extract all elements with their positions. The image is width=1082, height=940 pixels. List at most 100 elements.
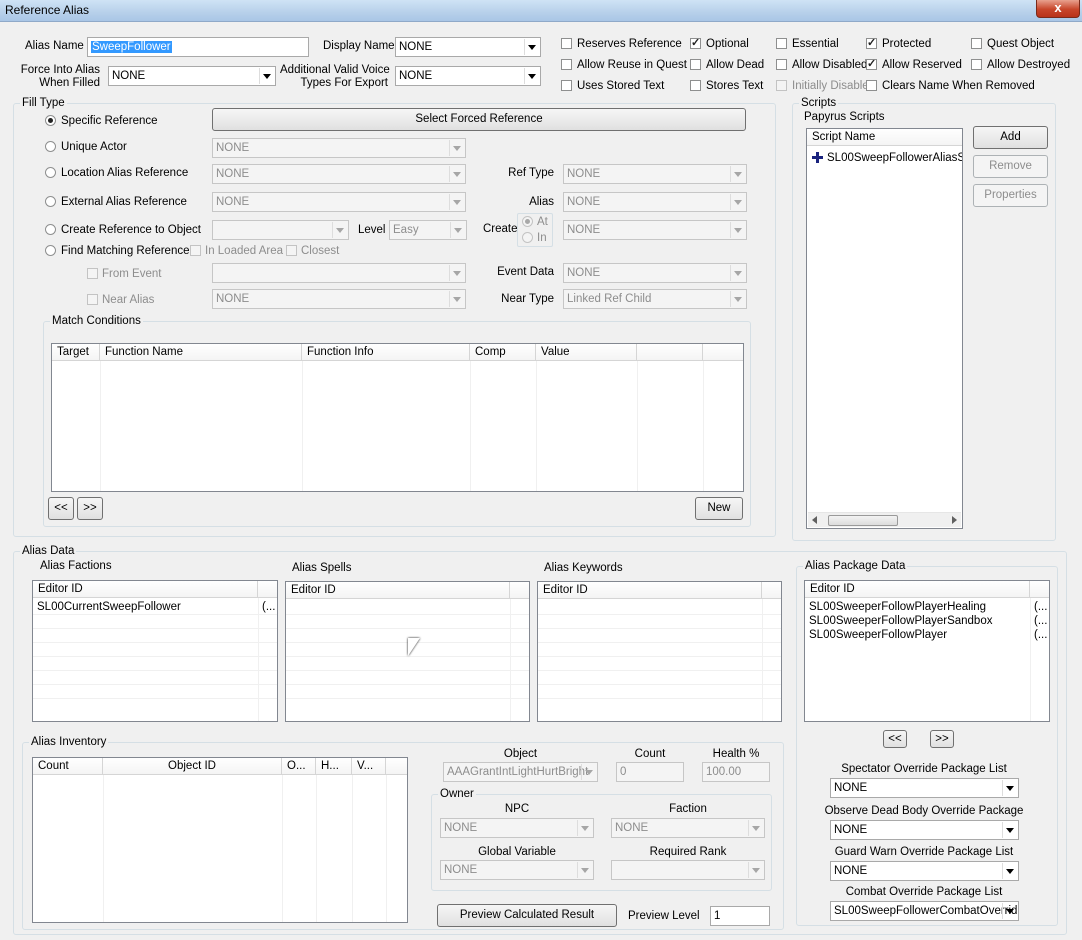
flag-checkbox[interactable] <box>776 38 787 49</box>
force-into-alias-select[interactable]: NONE <box>108 66 276 86</box>
external-alias-select[interactable]: NONE <box>212 192 466 212</box>
fill-type-radio[interactable] <box>45 115 56 126</box>
alias-select[interactable]: NONE <box>563 192 747 212</box>
flag-checkbox[interactable] <box>776 80 787 91</box>
fill-type-radio[interactable] <box>45 196 56 207</box>
col-object-id[interactable]: Object ID <box>103 758 282 775</box>
col-extra-2[interactable] <box>703 344 743 361</box>
package-row[interactable]: SL00SweeperFollowPlayerSandbox <box>809 614 992 628</box>
global-variable-select[interactable]: NONE <box>440 860 594 880</box>
from-event-checkbox[interactable] <box>87 268 98 279</box>
alias-package-list[interactable]: Editor ID SL00SweeperFollowPlayerHealing… <box>804 580 1050 722</box>
near-alias-checkbox[interactable] <box>87 294 98 305</box>
preview-calculated-result-button[interactable]: Preview Calculated Result <box>437 904 617 927</box>
create-object-select[interactable] <box>212 220 349 240</box>
flag-checkbox[interactable] <box>561 59 572 70</box>
close-icon[interactable]: x <box>1036 0 1080 18</box>
fill-type-radio[interactable] <box>45 141 56 152</box>
col-extra-1[interactable] <box>637 344 703 361</box>
create-target-select[interactable]: NONE <box>563 220 747 240</box>
flag-checkbox[interactable] <box>866 80 877 91</box>
col-o[interactable]: O... <box>282 758 316 775</box>
flag-checkbox[interactable] <box>561 80 572 91</box>
near-type-select[interactable]: Linked Ref Child <box>563 289 747 309</box>
script-item[interactable]: SL00SweepFollowerAliasScript <box>827 151 962 165</box>
alias-factions-list[interactable]: Editor ID SL00CurrentSweepFollower (... <box>32 580 278 722</box>
level-select[interactable]: Easy <box>389 220 467 240</box>
preview-level-input[interactable]: 1 <box>710 906 770 926</box>
match-next-button[interactable]: >> <box>77 497 103 520</box>
col-value[interactable]: Value <box>536 344 637 361</box>
alias-name-input[interactable]: SweepFollower <box>87 37 309 57</box>
remove-script-button[interactable]: Remove <box>973 155 1048 178</box>
col-h[interactable]: H... <box>316 758 352 775</box>
flag-checkbox[interactable] <box>971 59 982 70</box>
flag-checkbox[interactable] <box>866 36 877 49</box>
flag-checkbox[interactable] <box>690 36 701 49</box>
flag-checkbox[interactable] <box>561 38 572 49</box>
fill-type-radio[interactable] <box>45 167 56 178</box>
col-editor-id[interactable]: Editor ID <box>33 581 258 598</box>
create-at-radio[interactable] <box>522 216 533 227</box>
location-alias-select[interactable]: NONE <box>212 164 466 184</box>
voice-types-select[interactable]: NONE <box>395 66 541 86</box>
col-editor-id[interactable]: Editor ID <box>538 582 762 599</box>
select-forced-reference-button[interactable]: Select Forced Reference <box>212 108 746 131</box>
flag-checkbox[interactable] <box>776 59 787 70</box>
fill-type-radio[interactable] <box>45 224 56 235</box>
count-input[interactable]: 0 <box>616 762 684 782</box>
col-extra[interactable] <box>510 582 529 599</box>
col-script-name[interactable]: Script Name <box>807 129 962 146</box>
unique-actor-select[interactable]: NONE <box>212 138 466 158</box>
col-extra[interactable] <box>762 582 781 599</box>
flag-checkbox[interactable] <box>690 59 701 70</box>
add-script-button[interactable]: Add <box>973 126 1048 149</box>
scroll-right-icon[interactable] <box>952 516 957 524</box>
package-row[interactable]: SL00SweeperFollowPlayerHealing <box>809 600 986 614</box>
override-select[interactable]: NONE <box>830 820 1019 840</box>
override-select[interactable]: NONE <box>830 778 1019 798</box>
package-prev-button[interactable]: << <box>883 730 907 748</box>
col-function-info[interactable]: Function Info <box>302 344 470 361</box>
col-target[interactable]: Target <box>52 344 100 361</box>
from-event-select[interactable] <box>212 263 466 283</box>
package-row[interactable]: SL00SweeperFollowPlayer <box>809 628 947 642</box>
col-count[interactable]: Count <box>33 758 103 775</box>
col-comp[interactable]: Comp <box>470 344 536 361</box>
scripts-scrollbar[interactable] <box>808 512 961 527</box>
display-name-select[interactable]: NONE <box>395 37 541 57</box>
faction-select[interactable]: NONE <box>611 818 765 838</box>
match-new-button[interactable]: New <box>695 497 743 520</box>
match-prev-button[interactable]: << <box>48 497 74 520</box>
scroll-thumb[interactable] <box>828 515 898 526</box>
col-extra[interactable] <box>258 581 277 598</box>
faction-row[interactable]: SL00CurrentSweepFollower <box>37 600 181 614</box>
col-extra[interactable] <box>1030 581 1049 598</box>
scroll-left-icon[interactable] <box>812 516 817 524</box>
health-input[interactable]: 100.00 <box>702 762 770 782</box>
ref-type-select[interactable]: NONE <box>563 164 747 184</box>
npc-select[interactable]: NONE <box>440 818 594 838</box>
scripts-list[interactable]: Script Name SL00SweepFollowerAliasScript <box>806 128 963 529</box>
col-extra[interactable] <box>386 758 407 775</box>
match-conditions-table[interactable]: Target Function Name Function Info Comp … <box>51 343 744 492</box>
create-in-radio[interactable] <box>522 232 533 243</box>
near-alias-select[interactable]: NONE <box>212 289 466 309</box>
flag-checkbox[interactable] <box>866 57 877 70</box>
required-rank-select[interactable] <box>611 860 765 880</box>
inventory-list[interactable]: Count Object ID O... H... V... <box>32 757 408 923</box>
script-properties-button[interactable]: Properties <box>973 184 1048 207</box>
object-select[interactable]: AAAGrantIntLightHurtBright <box>443 762 598 782</box>
in-loaded-area-checkbox[interactable] <box>190 245 201 256</box>
col-editor-id[interactable]: Editor ID <box>286 582 510 599</box>
col-v[interactable]: V... <box>352 758 386 775</box>
col-function-name[interactable]: Function Name <box>100 344 302 361</box>
alias-keywords-list[interactable]: Editor ID <box>537 581 782 722</box>
col-editor-id[interactable]: Editor ID <box>805 581 1030 598</box>
override-select[interactable]: NONE <box>830 861 1019 881</box>
closest-checkbox[interactable] <box>286 245 297 256</box>
flag-checkbox[interactable] <box>690 80 701 91</box>
plus-icon[interactable] <box>812 152 823 163</box>
override-select[interactable]: SL00SweepFollowerCombatOverride <box>830 901 1019 921</box>
package-next-button[interactable]: >> <box>930 730 954 748</box>
